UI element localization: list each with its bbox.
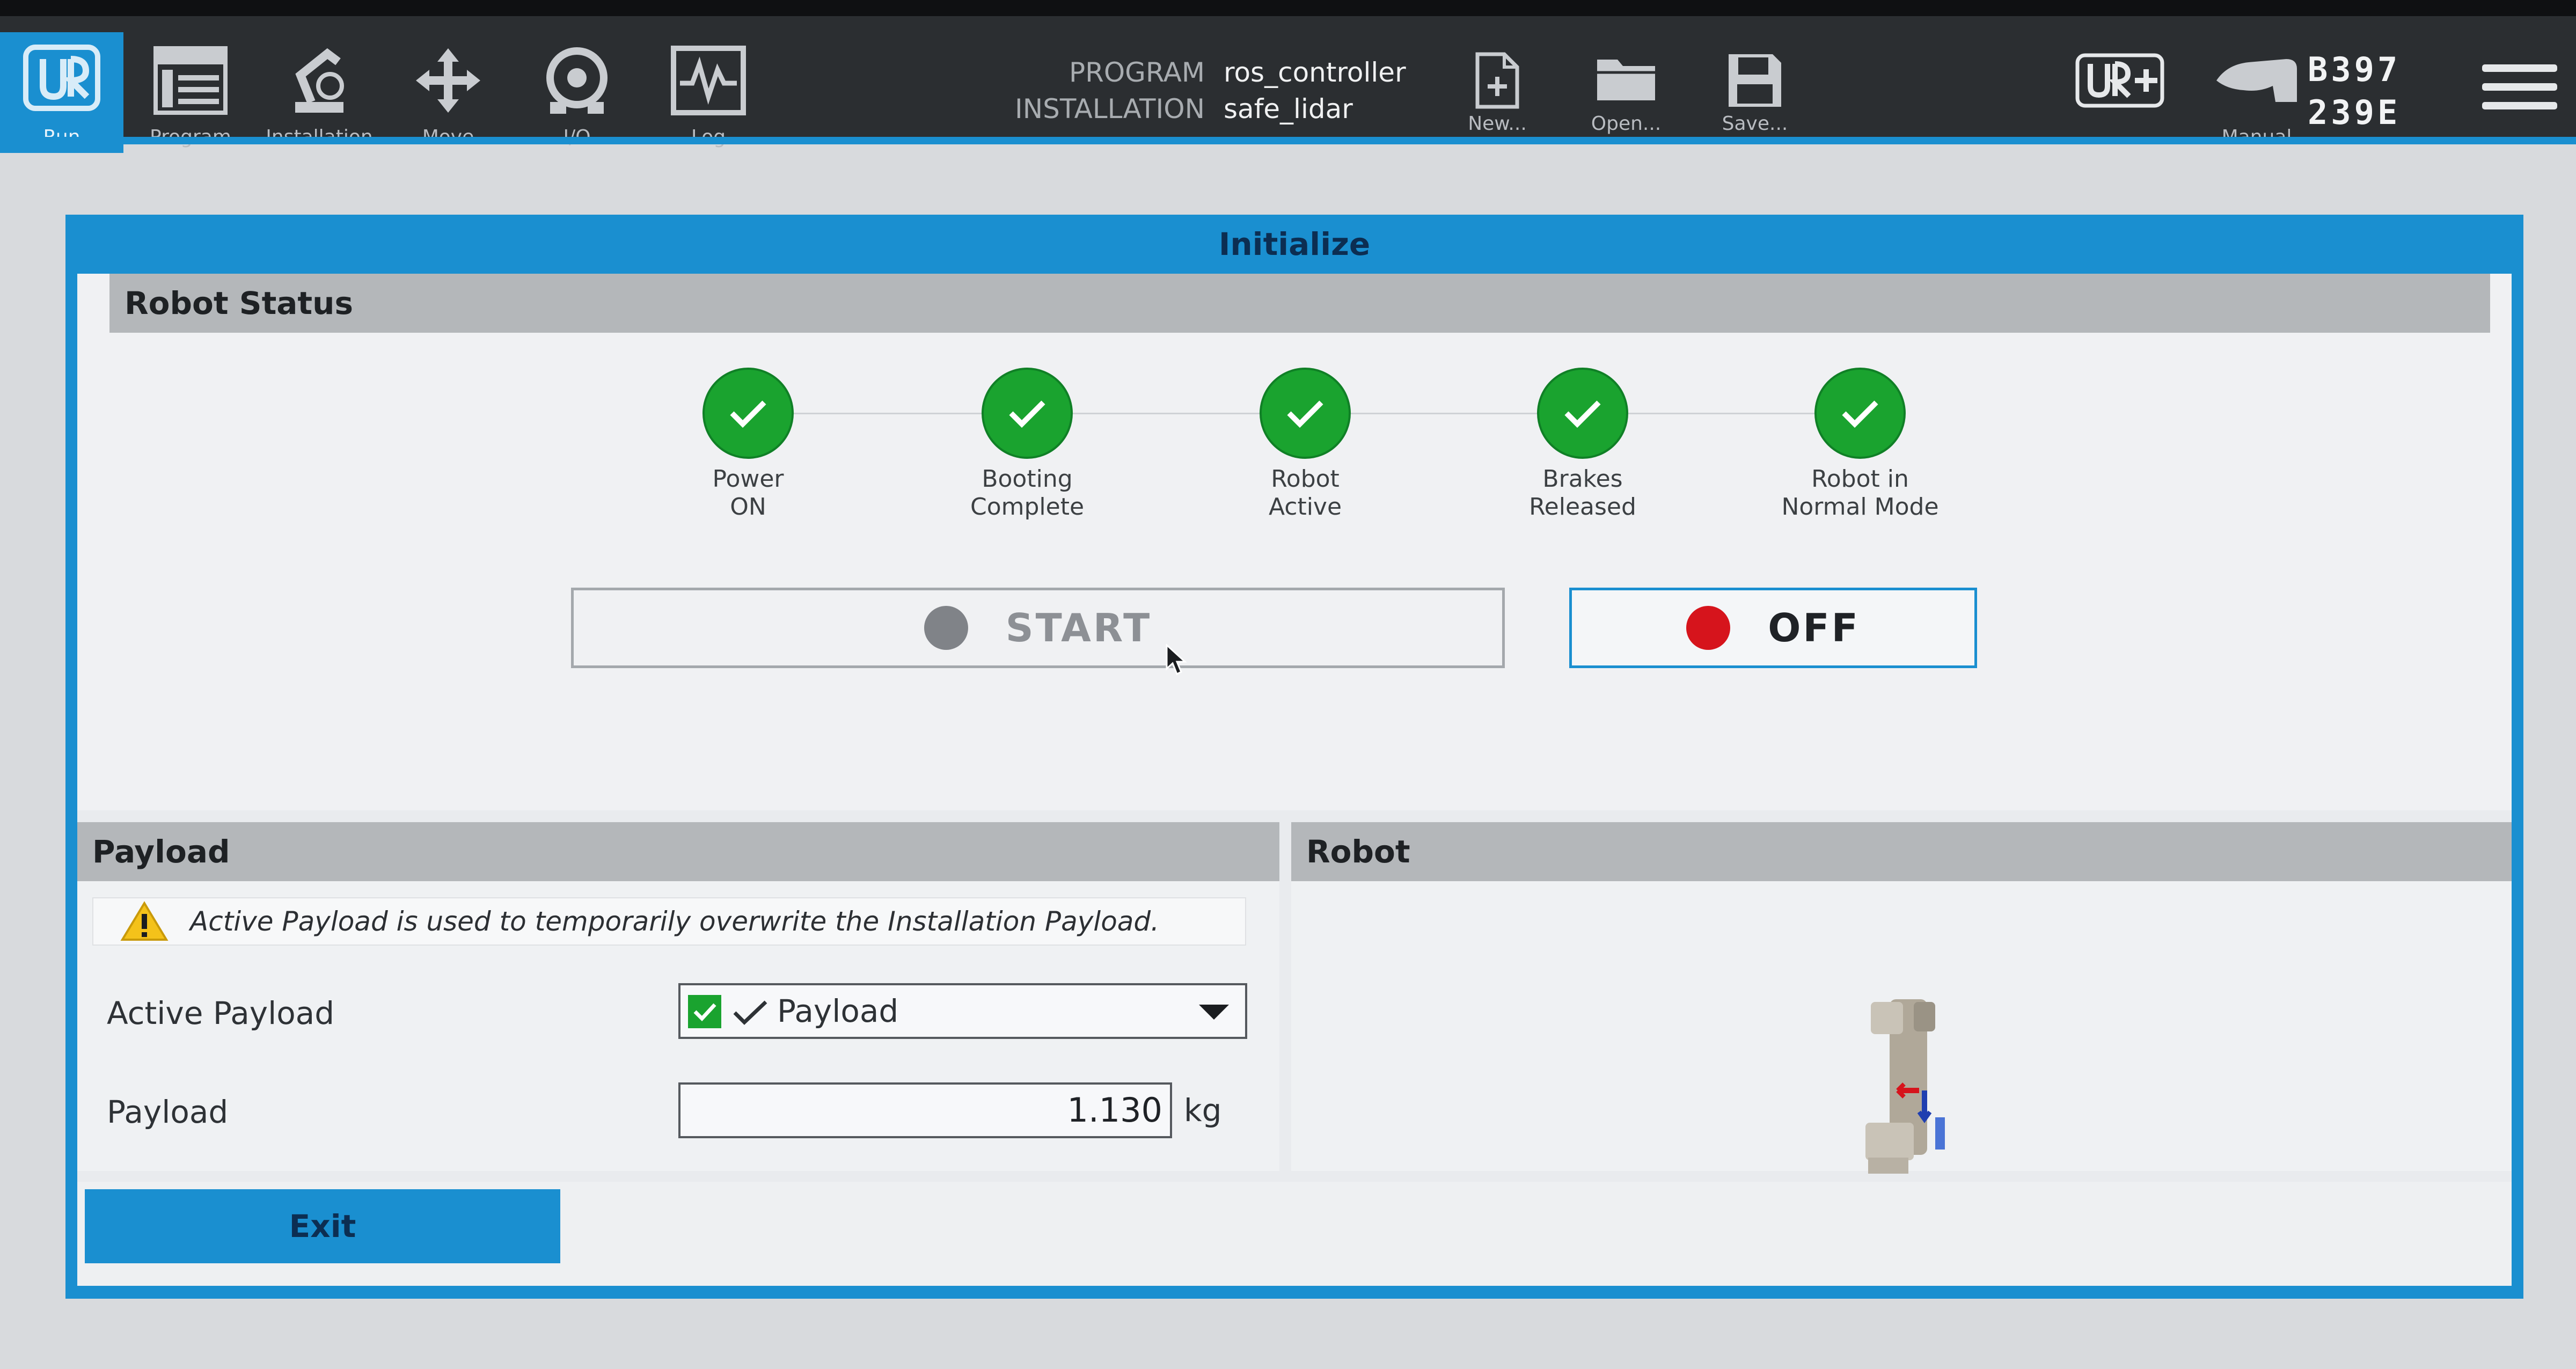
nav-installation-button[interactable]: Installation	[258, 32, 381, 153]
menu-button[interactable]	[2479, 48, 2560, 123]
robot-serial: B397 239E	[2308, 48, 2469, 134]
ur-plus-icon	[2075, 53, 2164, 108]
step-booting-complete: Booting Complete	[914, 368, 1140, 521]
active-payload-value: Payload	[777, 993, 899, 1029]
start-label: START	[1005, 605, 1152, 650]
step-label: Brakes Released	[1529, 465, 1636, 521]
warning-icon	[120, 901, 169, 941]
serial-line-2: 239E	[2308, 93, 2401, 132]
new-label: New...	[1468, 113, 1527, 135]
installation-icon	[295, 48, 344, 113]
nav-move-button[interactable]: Move	[386, 32, 510, 153]
step-label: Robot in Normal Mode	[1781, 465, 1939, 521]
robot-status-heading: Robot Status	[109, 274, 2490, 333]
save-button[interactable]: Save...	[1701, 32, 1809, 153]
off-label: OFF	[1768, 605, 1860, 650]
save-label: Save...	[1722, 113, 1788, 135]
step-normal-mode: Robot in Normal Mode	[1747, 368, 1973, 521]
check-icon	[1537, 368, 1628, 459]
log-icon	[671, 46, 746, 115]
step-brakes-released: Brakes Released	[1470, 368, 1695, 521]
check-icon	[1814, 368, 1906, 459]
installation-name: safe_lidar	[1224, 93, 1353, 125]
open-button[interactable]: Open...	[1572, 32, 1680, 153]
robot-arm-icon[interactable]	[1860, 999, 1978, 1176]
urcaps-button[interactable]	[2066, 32, 2174, 153]
exit-button[interactable]: Exit	[85, 1189, 560, 1263]
active-payload-dropdown[interactable]: Payload	[678, 983, 1247, 1039]
program-name: ros_controller	[1224, 57, 1406, 88]
checkmark-icon	[733, 1000, 767, 1025]
program-info: PROGRAM ros_controller INSTALLATION safe…	[966, 54, 1449, 134]
start-indicator-icon	[924, 606, 968, 650]
check-icon	[1260, 368, 1351, 459]
floppy-disk-icon	[1729, 54, 1781, 107]
hamburger-menu-icon	[2482, 64, 2557, 109]
toolbar-accent-line	[0, 137, 2576, 144]
start-button[interactable]: START	[571, 588, 1505, 668]
payload-warning-text: Active Payload is used to temporarily ov…	[190, 906, 1160, 937]
check-icon	[702, 368, 794, 459]
move-icon	[416, 48, 480, 113]
manual-mode-button[interactable]: Manual	[2195, 32, 2318, 153]
active-payload-label: Active Payload	[107, 995, 335, 1031]
payload-heading: Payload	[77, 822, 1279, 881]
nav-log-button[interactable]: Log	[647, 32, 770, 153]
dialog-title: Initialize	[1218, 226, 1371, 262]
payload-unit: kg	[1184, 1092, 1222, 1129]
dialog-body: Robot Status Power ON Booting Complete R…	[77, 274, 2512, 1286]
payload-mass-label: Payload	[107, 1094, 229, 1130]
step-power-on: Power ON	[635, 368, 861, 521]
installation-key: INSTALLATION	[1015, 93, 1205, 125]
nav-program-button[interactable]: Program	[129, 32, 252, 153]
step-label: Power ON	[712, 465, 784, 521]
folder-icon	[1597, 60, 1655, 100]
checkbox-icon	[688, 995, 721, 1028]
check-icon	[982, 368, 1073, 459]
new-button[interactable]: New...	[1444, 32, 1551, 153]
nav-io-button[interactable]: I/O	[515, 32, 639, 153]
dialog-footer: Exit	[77, 1182, 2512, 1286]
step-label: Robot Active	[1268, 465, 1342, 521]
off-button[interactable]: OFF	[1569, 588, 1977, 668]
initialize-dialog: Initialize Robot Status Power ON Booting…	[65, 215, 2523, 1299]
hand-icon	[2216, 59, 2297, 102]
robot-status-panel: Robot Status Power ON Booting Complete R…	[77, 274, 2512, 810]
new-file-icon	[1475, 52, 1519, 109]
chevron-down-icon	[1199, 1005, 1229, 1020]
stop-indicator-icon	[1686, 606, 1731, 650]
step-label: Booting Complete	[970, 465, 1085, 521]
open-label: Open...	[1591, 113, 1662, 135]
payload-mass-input[interactable]: 1.130	[678, 1082, 1172, 1138]
top-toolbar: Run Program Installation Move	[0, 0, 2576, 153]
program-icon	[153, 46, 228, 115]
nav-run-button[interactable]: Run	[0, 32, 123, 153]
payload-warning: Active Payload is used to temporarily ov…	[92, 897, 1246, 946]
step-robot-active: Robot Active	[1192, 368, 1418, 521]
program-key: PROGRAM	[1069, 57, 1205, 88]
io-icon	[546, 47, 608, 114]
payload-panel: Payload Active Payload is used to tempor…	[77, 822, 1279, 1171]
robot-heading: Robot	[1291, 822, 2512, 881]
robot-panel: Robot	[1291, 822, 2512, 1174]
ur-logo-icon	[23, 45, 100, 111]
mouse-cursor-icon	[1166, 644, 1187, 676]
serial-line-1: B397	[2308, 50, 2401, 89]
